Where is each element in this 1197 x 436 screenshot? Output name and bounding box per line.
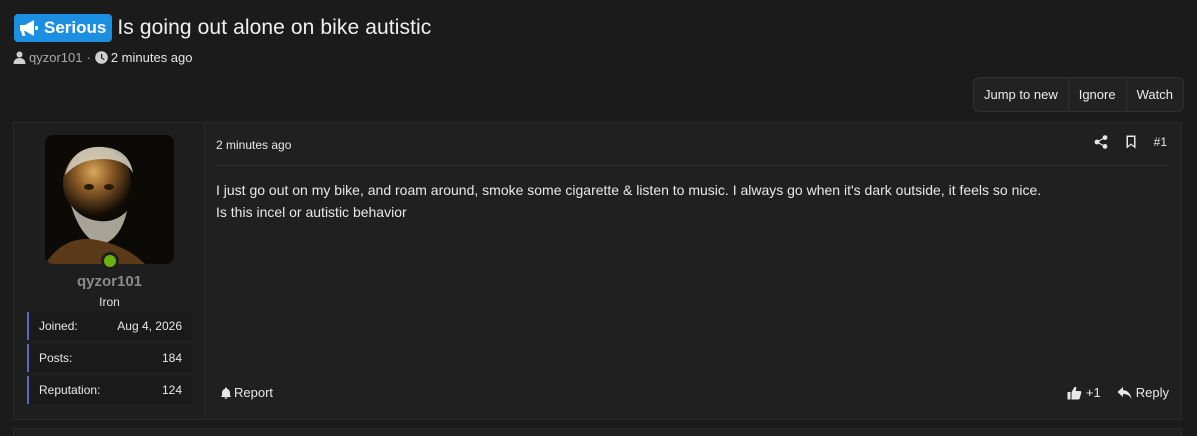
next-post-edge: [13, 428, 1182, 436]
post-body-line: I just go out on my bike, and roam aroun…: [216, 182, 1042, 198]
thumbs-up-icon: [1067, 386, 1082, 399]
reply-icon: [1117, 386, 1132, 399]
share-icon[interactable]: [1094, 135, 1108, 149]
post-body: I just go out on my bike, and roam aroun…: [216, 179, 1041, 223]
report-button[interactable]: Report: [220, 385, 273, 400]
bookmark-icon[interactable]: [1124, 135, 1138, 149]
post: qyzor101 Iron Joined: Aug 4, 2026 Posts:…: [13, 122, 1182, 420]
user-icon: [13, 51, 26, 64]
stat-label: Joined:: [39, 319, 78, 333]
watch-button[interactable]: Watch: [1127, 78, 1183, 111]
online-status-indicator: [101, 252, 119, 270]
jump-to-new-button[interactable]: Jump to new: [974, 78, 1069, 111]
thread-title-row: Serious Is going out alone on bike autis…: [14, 14, 431, 42]
user-rank: Iron: [99, 295, 120, 309]
post-timestamp[interactable]: 2 minutes ago: [216, 138, 291, 152]
thread-prefix-label: Serious: [44, 18, 107, 37]
bell-icon: [220, 387, 232, 399]
user-stat-posts: Posts: 184: [27, 344, 192, 372]
post-header-actions: #1: [1094, 135, 1167, 149]
meta-separator: ·: [86, 50, 91, 65]
post-user-column: qyzor101 Iron Joined: Aug 4, 2026 Posts:…: [14, 123, 205, 419]
post-body-line: Is this incel or autistic behavior: [216, 204, 407, 220]
bullhorn-icon: [20, 20, 38, 36]
thread-actions: Jump to new Ignore Watch: [973, 77, 1184, 112]
stat-label: Reputation:: [39, 383, 101, 397]
stat-value: Aug 4, 2026: [117, 319, 182, 333]
post-number-link[interactable]: #1: [1154, 135, 1167, 149]
post-footer-actions: +1 Reply: [1067, 385, 1169, 400]
thread-author-link[interactable]: qyzor101: [29, 50, 82, 65]
post-username[interactable]: qyzor101: [14, 273, 205, 290]
page-title: Is going out alone on bike autistic: [117, 16, 432, 39]
user-stat-reputation: Reputation: 124: [27, 376, 192, 404]
reply-button[interactable]: Reply: [1117, 385, 1169, 400]
thread-prefix-badge[interactable]: Serious: [14, 14, 113, 42]
avatar[interactable]: [45, 135, 174, 264]
thread-meta: qyzor101 · 2 minutes ago: [13, 50, 193, 65]
post-divider: [216, 165, 1168, 166]
reply-label: Reply: [1135, 385, 1169, 400]
stat-label: Posts:: [39, 351, 73, 365]
reaction-count: +1: [1085, 385, 1101, 400]
ignore-button[interactable]: Ignore: [1069, 78, 1127, 111]
stat-value: 184: [161, 351, 182, 365]
avatar-image: [45, 135, 174, 264]
user-stat-joined: Joined: Aug 4, 2026: [27, 312, 192, 340]
clock-icon: [95, 51, 108, 64]
report-label: Report: [234, 385, 274, 400]
thread-time[interactable]: 2 minutes ago: [111, 50, 193, 65]
like-button[interactable]: +1: [1067, 385, 1101, 400]
stat-value: 124: [161, 383, 182, 397]
post-content: 2 minutes ago #1 I just go out on my bik…: [206, 123, 1181, 419]
